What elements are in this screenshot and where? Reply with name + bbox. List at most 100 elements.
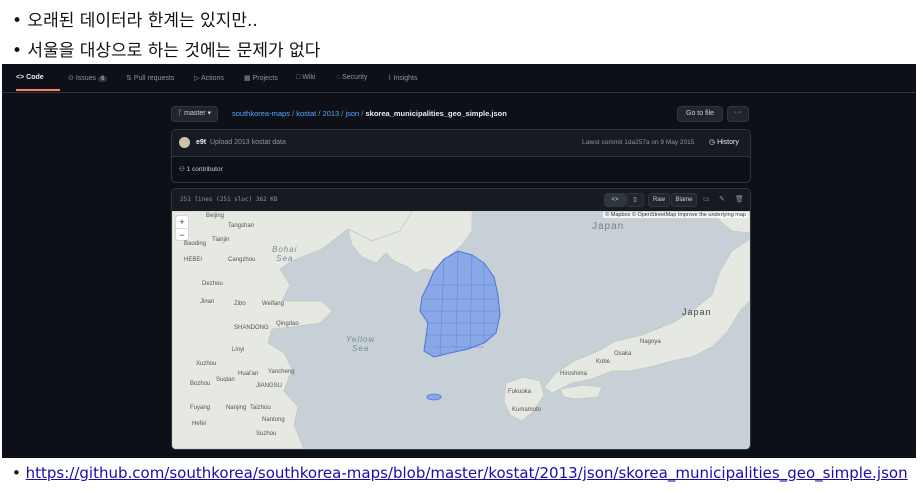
map-label: Nantong [262, 417, 285, 423]
map-label: Zibo [234, 301, 246, 307]
map-label: Tangshan [228, 223, 255, 229]
map-label: Bozhou [190, 381, 211, 387]
tab-wiki[interactable]: □ Wiki [296, 74, 315, 81]
tab-insights[interactable]: ⌇ Insights [388, 74, 418, 82]
latest-commit-row: e9t Upload 2013 kostat data Latest commi… [172, 130, 750, 157]
map-label: Beijing [206, 213, 225, 219]
breadcrumb: southkorea-maps / kostat / 2013 / json /… [232, 109, 507, 118]
breadcrumb-repo[interactable]: southkorea-maps [232, 109, 290, 118]
commit-box: e9t Upload 2013 kostat data Latest commi… [171, 129, 751, 183]
pull-request-icon: ⇅ [126, 75, 132, 82]
branch-selector[interactable]: ᚴ master ▾ [171, 106, 219, 122]
avatar[interactable] [179, 137, 190, 148]
contributors[interactable]: ⚇ 1 contributor [179, 165, 223, 173]
breadcrumb-2013[interactable]: 2013 [323, 109, 340, 118]
tab-security[interactable]: ◌ Security [336, 74, 367, 81]
map-label: Kumamoto [512, 407, 542, 413]
file-name: skorea_municipalities_geo_simple.json [365, 109, 507, 118]
tab-issues[interactable]: ⊙ Issues 6 [68, 74, 108, 82]
map-label: Cangzhou [228, 257, 256, 263]
file-header: 251 lines (251 sloc) 362 KB <> ▯ Raw Bla… [172, 189, 750, 212]
sea-label-bohai: Bohai Sea [272, 245, 298, 263]
tab-pull-requests[interactable]: ⇅ Pull requests [126, 74, 174, 82]
map-label: Nanjing [226, 405, 247, 411]
code-icon: <> [611, 197, 619, 203]
zoom-in-button[interactable]: + [176, 216, 188, 228]
more-options-button[interactable]: ··· [727, 106, 749, 122]
map-label: Tianjin [212, 237, 230, 243]
map-label: Hefei [192, 421, 207, 427]
graph-icon: ⌇ [388, 75, 392, 82]
file-icon: ▯ [633, 197, 637, 203]
map-label: Kobe [596, 359, 611, 365]
zoom-control: + − [176, 216, 188, 240]
branch-icon: ᚴ [178, 110, 183, 117]
geojson-map[interactable]: © Mapbox © OpenStreetMap Improve the und… [172, 211, 750, 449]
map-attribution[interactable]: © Mapbox © OpenStreetMap Improve the und… [603, 212, 748, 218]
tab-projects[interactable]: ▦ Projects [244, 74, 278, 82]
country-label-japan: Japan [682, 307, 712, 317]
shield-icon: ◌ [336, 74, 341, 81]
map-label: Linyi [232, 347, 245, 353]
kyushu-land [503, 376, 545, 422]
map-label: Jinan [200, 299, 215, 305]
map-label: Fuyang [190, 405, 211, 411]
zoom-out-button[interactable]: − [176, 228, 188, 241]
slide-bullet-1: • 오래된 데이터라 한계는 있지만.. [12, 11, 258, 31]
file-viewer: 251 lines (251 sloc) 362 KB <> ▯ Raw Bla… [171, 188, 751, 450]
map-label: Weifang [262, 301, 284, 307]
issues-count-badge: 6 [98, 76, 108, 82]
clock-icon: ◷ [709, 139, 716, 146]
map-label: Nagoya [640, 339, 661, 345]
history-link[interactable]: ◷ History [709, 138, 739, 146]
github-screenshot: <> Code ⊙ Issues 6 ⇅ Pull requests ▷ Acti… [2, 64, 916, 458]
file-info: 251 lines (251 sloc) 362 KB [180, 196, 278, 203]
play-icon: ▷ [194, 75, 200, 82]
raw-button[interactable]: Raw [648, 193, 670, 207]
map-label: Osaka [614, 351, 632, 357]
trash-icon[interactable]: 🗑︎ [735, 195, 744, 203]
japan-land [543, 238, 750, 394]
country-label-japan-top: Japan [592, 221, 625, 232]
map-label: Baoding [184, 241, 207, 247]
repo-nav: <> Code ⊙ Issues 6 ⇅ Pull requests ▷ Acti… [2, 64, 916, 93]
chevron-down-icon: ▾ [207, 110, 212, 117]
blame-button[interactable]: Blame [671, 193, 697, 207]
map-label: Yancheng [268, 369, 295, 375]
sea-label-yellow: Yellow Sea [346, 335, 376, 353]
source-link[interactable]: https://github.com/southkorea/southkorea… [26, 464, 908, 482]
slide-bullet-2: • 서울을 대상으로 하는 것에는 문제가 없다 [12, 41, 321, 61]
active-tab-indicator [16, 89, 60, 91]
map-label: Dezhou [202, 281, 223, 287]
commit-author[interactable]: e9t [196, 139, 206, 146]
book-icon: □ [296, 74, 301, 81]
map-label: Fukuoka [508, 389, 532, 395]
map-label: HEBEI [184, 257, 203, 263]
tab-code[interactable]: <> Code [16, 74, 44, 81]
display-rendered-button[interactable]: ▯ [626, 193, 644, 207]
source-link-line: • https://github.com/southkorea/southkor… [12, 464, 908, 482]
map-label: Hiroshima [560, 371, 588, 377]
pencil-icon[interactable]: ✎ [719, 195, 725, 203]
map-label: Suzhou [256, 431, 277, 437]
go-to-file-button[interactable]: Go to file [677, 106, 724, 122]
code-icon: <> [16, 74, 25, 81]
map-label: Suqian [216, 377, 235, 383]
shikoku-land [559, 384, 603, 400]
tab-actions[interactable]: ▷ Actions [194, 74, 224, 82]
map-label: Xuzhou [196, 361, 217, 367]
file-path-bar: ᚴ master ▾ southkorea-maps / kostat / 20… [171, 105, 749, 123]
map-label: JIANGSU [256, 383, 283, 389]
map-label: Qingdao [276, 321, 299, 327]
breadcrumb-kostat[interactable]: kostat [296, 109, 316, 118]
map-label: SHANDONG [234, 325, 269, 331]
map-label: Huai'an [238, 371, 259, 377]
map-label: Taizhou [250, 405, 271, 411]
display-source-button[interactable]: <> [604, 193, 626, 207]
issues-icon: ⊙ [68, 75, 74, 82]
latest-commit-info: Latest commit 1da257a on 9 May 2015 [582, 139, 695, 146]
commit-message[interactable]: Upload 2013 kostat data [210, 139, 286, 146]
breadcrumb-json[interactable]: json [345, 109, 359, 118]
jeju-island [426, 393, 442, 401]
desktop-icon[interactable]: ▭ [703, 195, 710, 203]
